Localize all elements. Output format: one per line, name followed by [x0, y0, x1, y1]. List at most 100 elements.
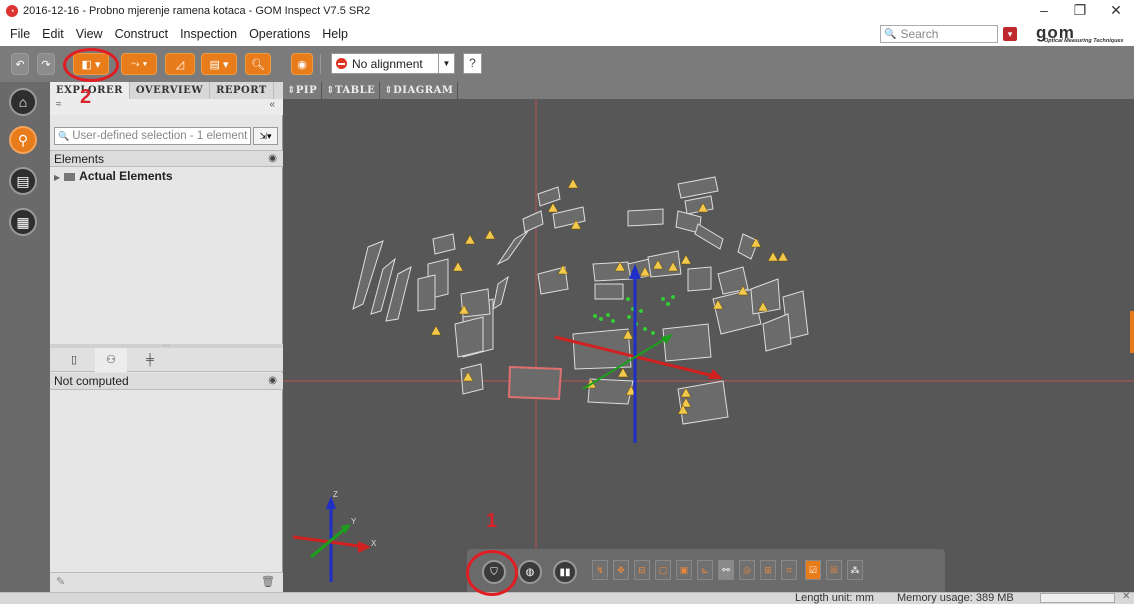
link-icon[interactable]: ⚯	[718, 560, 734, 580]
annotation-marker-2: 2	[80, 86, 92, 108]
gom-logo: gom Optical Measuring Techniques	[1030, 23, 1134, 46]
window-controls: – ❐ ✕	[1026, 0, 1134, 22]
menu-view[interactable]: View	[70, 27, 109, 41]
camera-icon[interactable]: ◉	[291, 53, 313, 75]
redo-button[interactable]: ↷	[37, 53, 55, 75]
panel-footer: ✎ 🗑	[50, 572, 283, 592]
eye-icon[interactable]: ◉	[268, 151, 277, 167]
tab-structure[interactable]: ╪	[134, 348, 166, 372]
view-tabs: ⇕PIP ⇕TABLE ⇕DIAGRAM	[283, 82, 1134, 99]
tree-item-label: Actual Elements	[79, 169, 173, 183]
section-tool-icon[interactable]: ⊟	[634, 560, 650, 580]
status-bar: Length unit: mm Memory usage: 389 MB ✕	[0, 591, 1134, 604]
eye-icon[interactable]: ◉	[268, 373, 277, 389]
length-unit: Length unit: mm	[795, 592, 874, 604]
progress-bar	[1040, 593, 1115, 603]
search-input[interactable]: 🔍 Search	[880, 25, 998, 43]
clear-icon[interactable]: ☒	[826, 560, 842, 580]
menu-file[interactable]: File	[4, 27, 36, 41]
view-mode-icon[interactable]: ◍	[518, 560, 542, 584]
palette-icon[interactable]: ⁂	[847, 560, 863, 580]
axis-label-y: Y	[351, 517, 357, 526]
grid-select-icon[interactable]: ⊞	[760, 560, 776, 580]
dropdown-arrow-button[interactable]: ▾	[1003, 27, 1017, 41]
tab-report[interactable]: REPORT	[210, 82, 274, 99]
close-button[interactable]: ✕	[1098, 0, 1134, 22]
construct-button[interactable]: ⤳ ▾	[121, 53, 157, 75]
help-button[interactable]: ?	[463, 53, 482, 74]
no-entry-icon	[336, 58, 347, 69]
tab-shapes[interactable]: ⚇	[95, 348, 127, 372]
alignment-select[interactable]: No alignment ▼	[331, 53, 455, 74]
check-icon[interactable]: ☑	[805, 560, 821, 580]
move-tool-icon[interactable]: ✥	[613, 560, 629, 580]
selection-filter-button[interactable]: ⇲▾	[253, 127, 278, 145]
grid-icon[interactable]: ▦	[9, 208, 37, 236]
box-select-icon[interactable]: ▢	[655, 560, 671, 580]
side-panel-handle[interactable]	[1130, 311, 1134, 353]
tab-pip[interactable]: ⇕PIP	[283, 82, 323, 99]
toolbar-divider	[320, 54, 321, 74]
report-button[interactable]: ▤ ▾	[201, 53, 237, 75]
properties-tabs: ▯ ⚇ ╪	[50, 348, 283, 372]
menu-edit[interactable]: Edit	[36, 27, 70, 41]
close-icon[interactable]: ✕	[1122, 591, 1130, 602]
inspection-button[interactable]: ◿	[165, 53, 195, 75]
tab-overview[interactable]: OVERVIEW	[130, 82, 211, 99]
minimize-button[interactable]: –	[1026, 0, 1062, 22]
crop-icon[interactable]: ⌗	[781, 560, 797, 580]
expand-icon[interactable]: ≈	[56, 99, 62, 110]
elements-header: Elements ◉	[50, 150, 283, 167]
not-computed-label: Not computed	[54, 374, 129, 388]
title-bar: ◔ 2016-12-16 - Probno mjerenje ramena ko…	[0, 0, 1134, 22]
search-placeholder: Search	[900, 27, 939, 41]
gom-icon: ◔	[6, 5, 18, 17]
corner-axes-gizmo	[292, 496, 371, 582]
frame-icon[interactable]: ▣	[676, 560, 692, 580]
menu-inspection[interactable]: Inspection	[174, 27, 243, 41]
window-title: 2016-12-16 - Probno mjerenje ramena kota…	[23, 5, 371, 17]
menu-construct[interactable]: Construct	[109, 27, 175, 41]
home-icon[interactable]: ⌂	[9, 88, 37, 116]
select-tool-icon[interactable]: ↯	[592, 560, 608, 580]
measure-icon[interactable]: ⊾	[697, 560, 713, 580]
trash-icon[interactable]: 🗑	[261, 575, 275, 588]
target-icon[interactable]: ◎	[739, 560, 755, 580]
selection-input[interactable]: 🔍 User-defined selection - 1 element	[54, 127, 251, 145]
axis-label-z: Z	[333, 490, 338, 499]
menu-help[interactable]: Help	[316, 27, 354, 41]
menu-operations[interactable]: Operations	[243, 27, 316, 41]
undo-button[interactable]: ↶	[11, 53, 29, 75]
annotation-marker-1: 1	[486, 510, 498, 532]
view-toolbar: ⛉ ◍ ▮▮ ↯ ✥ ⊟ ▢ ▣ ⊾ ⚯ ◎ ⊞ ⌗ ☑ ☒ ⁂	[467, 549, 945, 592]
alignment-value: No alignment	[352, 56, 423, 71]
restore-button[interactable]: ❐	[1062, 0, 1098, 22]
search-icon[interactable]: ⚲	[9, 126, 37, 154]
search-icon: 🔍	[884, 28, 897, 40]
edit-icon[interactable]: ✎	[56, 575, 65, 588]
report-icon[interactable]: ▤	[9, 167, 37, 195]
selection-text: User-defined selection - 1 element	[72, 130, 248, 142]
clipping-icon[interactable]: ▮▮	[553, 560, 577, 584]
tab-properties[interactable]: ▯	[58, 348, 90, 372]
chevron-down-icon: ▼	[438, 54, 454, 73]
collapse-icon[interactable]: «	[269, 99, 275, 110]
annotation-circle-1	[466, 550, 518, 596]
scene-svg: Z Y X	[283, 99, 1134, 592]
explorer-panel: EXPLORER OVERVIEW REPORT ≈ « 🔍 User-defi…	[50, 82, 283, 592]
tree-item-actual-elements[interactable]: ▶ Actual Elements	[54, 168, 173, 184]
annotation-circle-2	[63, 48, 119, 82]
folder-icon	[64, 172, 76, 181]
tab-table[interactable]: ⇕TABLE	[322, 82, 381, 99]
highlighted-frame	[507, 365, 563, 401]
memory-usage: Memory usage: 389 MB	[897, 592, 1014, 604]
camera-frames	[352, 176, 809, 425]
3d-viewport[interactable]: Z Y X	[283, 99, 1134, 592]
toolbar: ↶ ↷ ◧ ▾ ⤳ ▾ ◿ ▤ ▾ 🔍︎ ◉	[0, 46, 1134, 82]
tab-diagram[interactable]: ⇕DIAGRAM	[380, 82, 459, 99]
search-icon: 🔍	[58, 130, 70, 141]
zoom-icon[interactable]: 🔍︎	[245, 53, 271, 75]
elements-label: Elements	[54, 152, 105, 166]
chevron-right-icon[interactable]: ▶	[54, 173, 60, 182]
left-nav: ⌂ ⚲ ▤ ▦	[0, 82, 50, 592]
